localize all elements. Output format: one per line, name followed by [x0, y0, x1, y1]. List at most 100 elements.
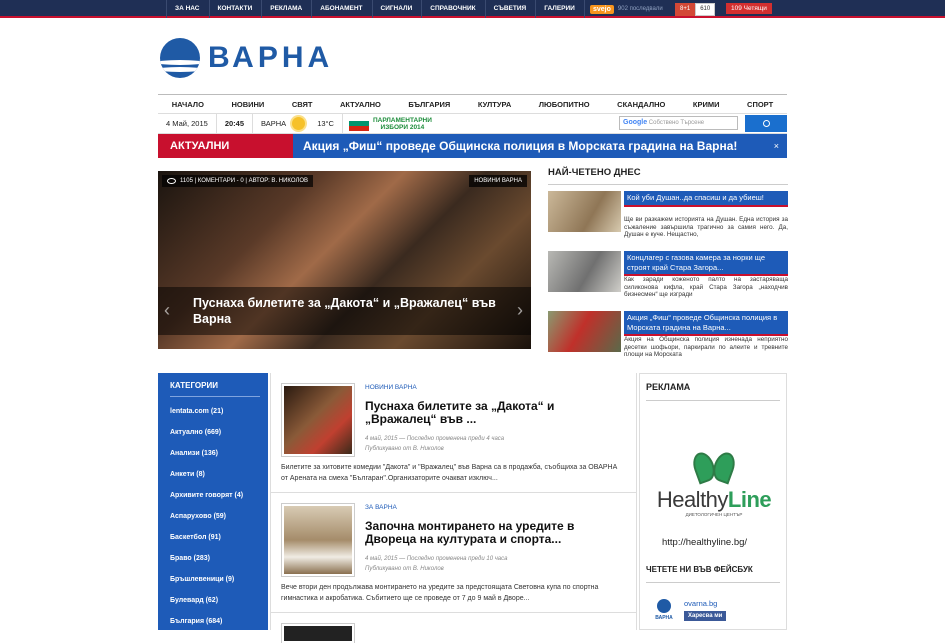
featured-slider[interactable]: 1105 | КОМЕНТАРИ - 0 | АВТОР: В. НИКОЛОВ…	[158, 171, 531, 349]
post-excerpt: Билетите за хитовите комедии "Дакота" и …	[281, 464, 618, 482]
post-title[interactable]: Започна монтирането на уредите в Двореца…	[365, 520, 627, 546]
nav-scandal[interactable]: СКАНДАЛНО	[617, 100, 665, 109]
ad-panel: РЕКЛАМА HealthyLine ДИЕТОЛОГИЧЕН ЦЕНТЪР …	[639, 373, 787, 630]
eye-icon	[167, 178, 176, 184]
facebook-title: ЧЕТЕТЕ НИ ВЪВ ФЕЙСБУК	[646, 565, 780, 583]
logo-wave-icon	[160, 38, 200, 78]
most-read-item-excerpt: Как заради коженото палто на застаряваща…	[624, 276, 788, 298]
category-link[interactable]: Бръшлевеници (9)	[170, 569, 256, 590]
category-link[interactable]: Аспарухово (59)	[170, 506, 256, 527]
gplus-icon: 8+1	[675, 3, 696, 16]
ad-brand-sub: ДИЕТОЛОГИЧЕН ЦЕНТЪР	[685, 512, 743, 517]
most-read-item-title[interactable]: Акция „Фиш“ проведе Общинска полиция в М…	[624, 311, 788, 336]
breaking-news-label: АКТУАЛНИ НОВИНИ	[158, 134, 293, 176]
topnav-contacts[interactable]: КОНТАКТИ	[210, 0, 263, 18]
close-icon[interactable]: ×	[774, 141, 779, 151]
post-author: Публикувано от В. Николов	[365, 566, 444, 572]
ad-brand-a: Healthy	[656, 487, 729, 512]
post-category[interactable]: НОВИНИ ВАРНА	[365, 384, 417, 391]
nav-sport[interactable]: СПОРТ	[747, 100, 773, 109]
nav-bulgaria[interactable]: БЪЛГАРИЯ	[408, 100, 450, 109]
nav-current[interactable]: АКТУАЛНО	[340, 100, 381, 109]
slide-meta: 1105 | КОМЕНТАРИ - 0 | АВТОР: В. НИКОЛОВ	[162, 175, 314, 187]
nav-culture[interactable]: КУЛТУРА	[478, 100, 511, 109]
main-nav: НАЧАЛО НОВИНИ СВЯТ АКТУАЛНО БЪЛГАРИЯ КУЛ…	[158, 94, 787, 114]
post-title[interactable]: Пуснаха билетите за „Дакота“ и „Вражалец…	[365, 400, 627, 426]
nav-home[interactable]: НАЧАЛО	[172, 100, 204, 109]
search-placeholder: Собствено Търсене	[648, 120, 705, 126]
topnav-subscription[interactable]: АБОНАМЕНТ	[312, 0, 373, 18]
slide-category[interactable]: НОВИНИ ВАРНА	[469, 175, 527, 187]
category-link[interactable]: Актуално (669)	[170, 422, 256, 443]
post-category[interactable]: ЗА ВАРНА	[365, 504, 397, 511]
elections-banner[interactable]: ПАРЛАМЕНТАРНИ ИЗБОРИ 2014	[348, 116, 432, 131]
category-link[interactable]: Архивите говорят (4)	[170, 485, 256, 506]
most-read-item-title[interactable]: Концлагер с газова камера за норки ще ст…	[624, 251, 788, 276]
nav-curious[interactable]: ЛЮБОПИТНО	[539, 100, 590, 109]
top-nav: ЗА НАС КОНТАКТИ РЕКЛАМА АБОНАМЕНТ СИГНАЛ…	[166, 0, 585, 18]
nav-news[interactable]: НОВИНИ	[231, 100, 264, 109]
bulgarian-flag-icon	[348, 116, 369, 131]
facebook-widget: ВАРНА ovarna.bg Харесва ми	[650, 599, 727, 621]
topnav-directory[interactable]: СПРАВОЧНИК	[422, 0, 486, 18]
post-thumbnail[interactable]	[281, 383, 355, 457]
topnav-about[interactable]: ЗА НАС	[166, 0, 210, 18]
category-link[interactable]: Браво (283)	[170, 548, 256, 569]
category-link[interactable]: България (684)	[170, 611, 256, 632]
most-read-thumbnail[interactable]	[548, 311, 621, 352]
post-thumbnail[interactable]	[281, 623, 355, 643]
info-row: 4 Май, 2015 20:45 ВАРНА 13°C ПАРЛАМЕНТАР…	[158, 113, 787, 134]
facebook-page-logo[interactable]: ВАРНА	[650, 599, 678, 621]
category-link[interactable]: Анкети (8)	[170, 464, 256, 485]
facebook-like-button[interactable]: Харесва ми	[684, 611, 727, 621]
feed-post: ЗА ВАРНА Започна монтирането на уредите …	[271, 493, 636, 613]
slider-next-icon[interactable]: ›	[517, 300, 523, 321]
most-read-item-title[interactable]: Кой уби Душан..да спасиш и да убиеш!	[624, 191, 788, 207]
post-date: 4 май, 2015 — Последно променена преди 1…	[365, 556, 508, 562]
most-read-title: НАЙ-ЧЕТЕНО ДНЕС	[548, 167, 788, 185]
topnav-advice[interactable]: СЪВЕТИЯ	[486, 0, 537, 18]
post-thumbnail[interactable]	[281, 503, 355, 577]
healthyline-ad[interactable]: HealthyLine ДИЕТОЛОГИЧЕН ЦЕНТЪР	[648, 449, 780, 517]
most-read-item-excerpt: Акция на Общинска полиция изненада непри…	[624, 336, 788, 358]
slide-caption[interactable]: Пуснаха билетите за „Дакота“ и „Вражалец…	[158, 287, 531, 335]
current-date: 4 Май, 2015	[158, 113, 217, 134]
category-link[interactable]: Булевард (62)	[170, 590, 256, 611]
most-read-item[interactable]: Кой уби Душан..да спасиш и да убиеш! Ще …	[548, 191, 788, 245]
readers-badge: 109 Четящи	[726, 3, 772, 14]
most-read-item[interactable]: Концлагер с газова камера за норки ще ст…	[548, 251, 788, 305]
site-logo[interactable]: ВАРНА	[160, 38, 333, 78]
svejo-widget[interactable]: svejo 902 последвали	[590, 3, 663, 15]
nav-crime[interactable]: КРИМИ	[693, 100, 720, 109]
svejo-count: 902 последвали	[617, 6, 663, 12]
category-link[interactable]: Баскетбол (91)	[170, 527, 256, 548]
breaking-news-headline[interactable]: Акция „Фиш“ проведе Общинска полиция в М…	[303, 139, 774, 153]
ad-url[interactable]: http://healthyline.bg/	[662, 537, 747, 548]
weather-temp: 13°C	[309, 113, 343, 134]
logo-text: ВАРНА	[208, 41, 334, 74]
topnav-ads[interactable]: РЕКЛАМА	[262, 0, 313, 18]
readers-label: Четящи	[743, 5, 767, 12]
search-button[interactable]	[745, 115, 787, 132]
gplus-widget[interactable]: 8+1 610	[675, 3, 716, 16]
slide-meta-text: 1105 | КОМЕНТАРИ - 0 | АВТОР: В. НИКОЛОВ	[180, 178, 309, 184]
sun-icon	[292, 117, 306, 130]
search-input[interactable]: Google Собствено Търсене	[619, 116, 738, 130]
category-link[interactable]: Анализи (136)	[170, 443, 256, 464]
current-time: 20:45	[217, 113, 253, 134]
most-read-thumbnail[interactable]	[548, 251, 621, 292]
weather-city: ВАРНА	[261, 118, 287, 128]
slider-prev-icon[interactable]: ‹	[164, 300, 170, 321]
categories-title: КАТЕГОРИИ	[170, 381, 260, 397]
most-read-thumbnail[interactable]	[548, 191, 621, 232]
google-brand: Google	[623, 119, 648, 126]
topnav-galleries[interactable]: ГАЛЕРИИ	[536, 0, 585, 18]
nav-world[interactable]: СВЯТ	[292, 100, 313, 109]
feed-post	[271, 613, 636, 643]
most-read-item[interactable]: Акция „Фиш“ проведе Общинска полиция в М…	[548, 311, 788, 365]
topnav-signals[interactable]: СИГНАЛИ	[373, 0, 423, 18]
readers-count: 109	[731, 5, 742, 12]
facebook-page-name[interactable]: ovarna.bg	[684, 599, 726, 608]
category-link[interactable]: lentata.com (21)	[170, 401, 256, 422]
svejo-logo: svejo	[590, 4, 614, 14]
